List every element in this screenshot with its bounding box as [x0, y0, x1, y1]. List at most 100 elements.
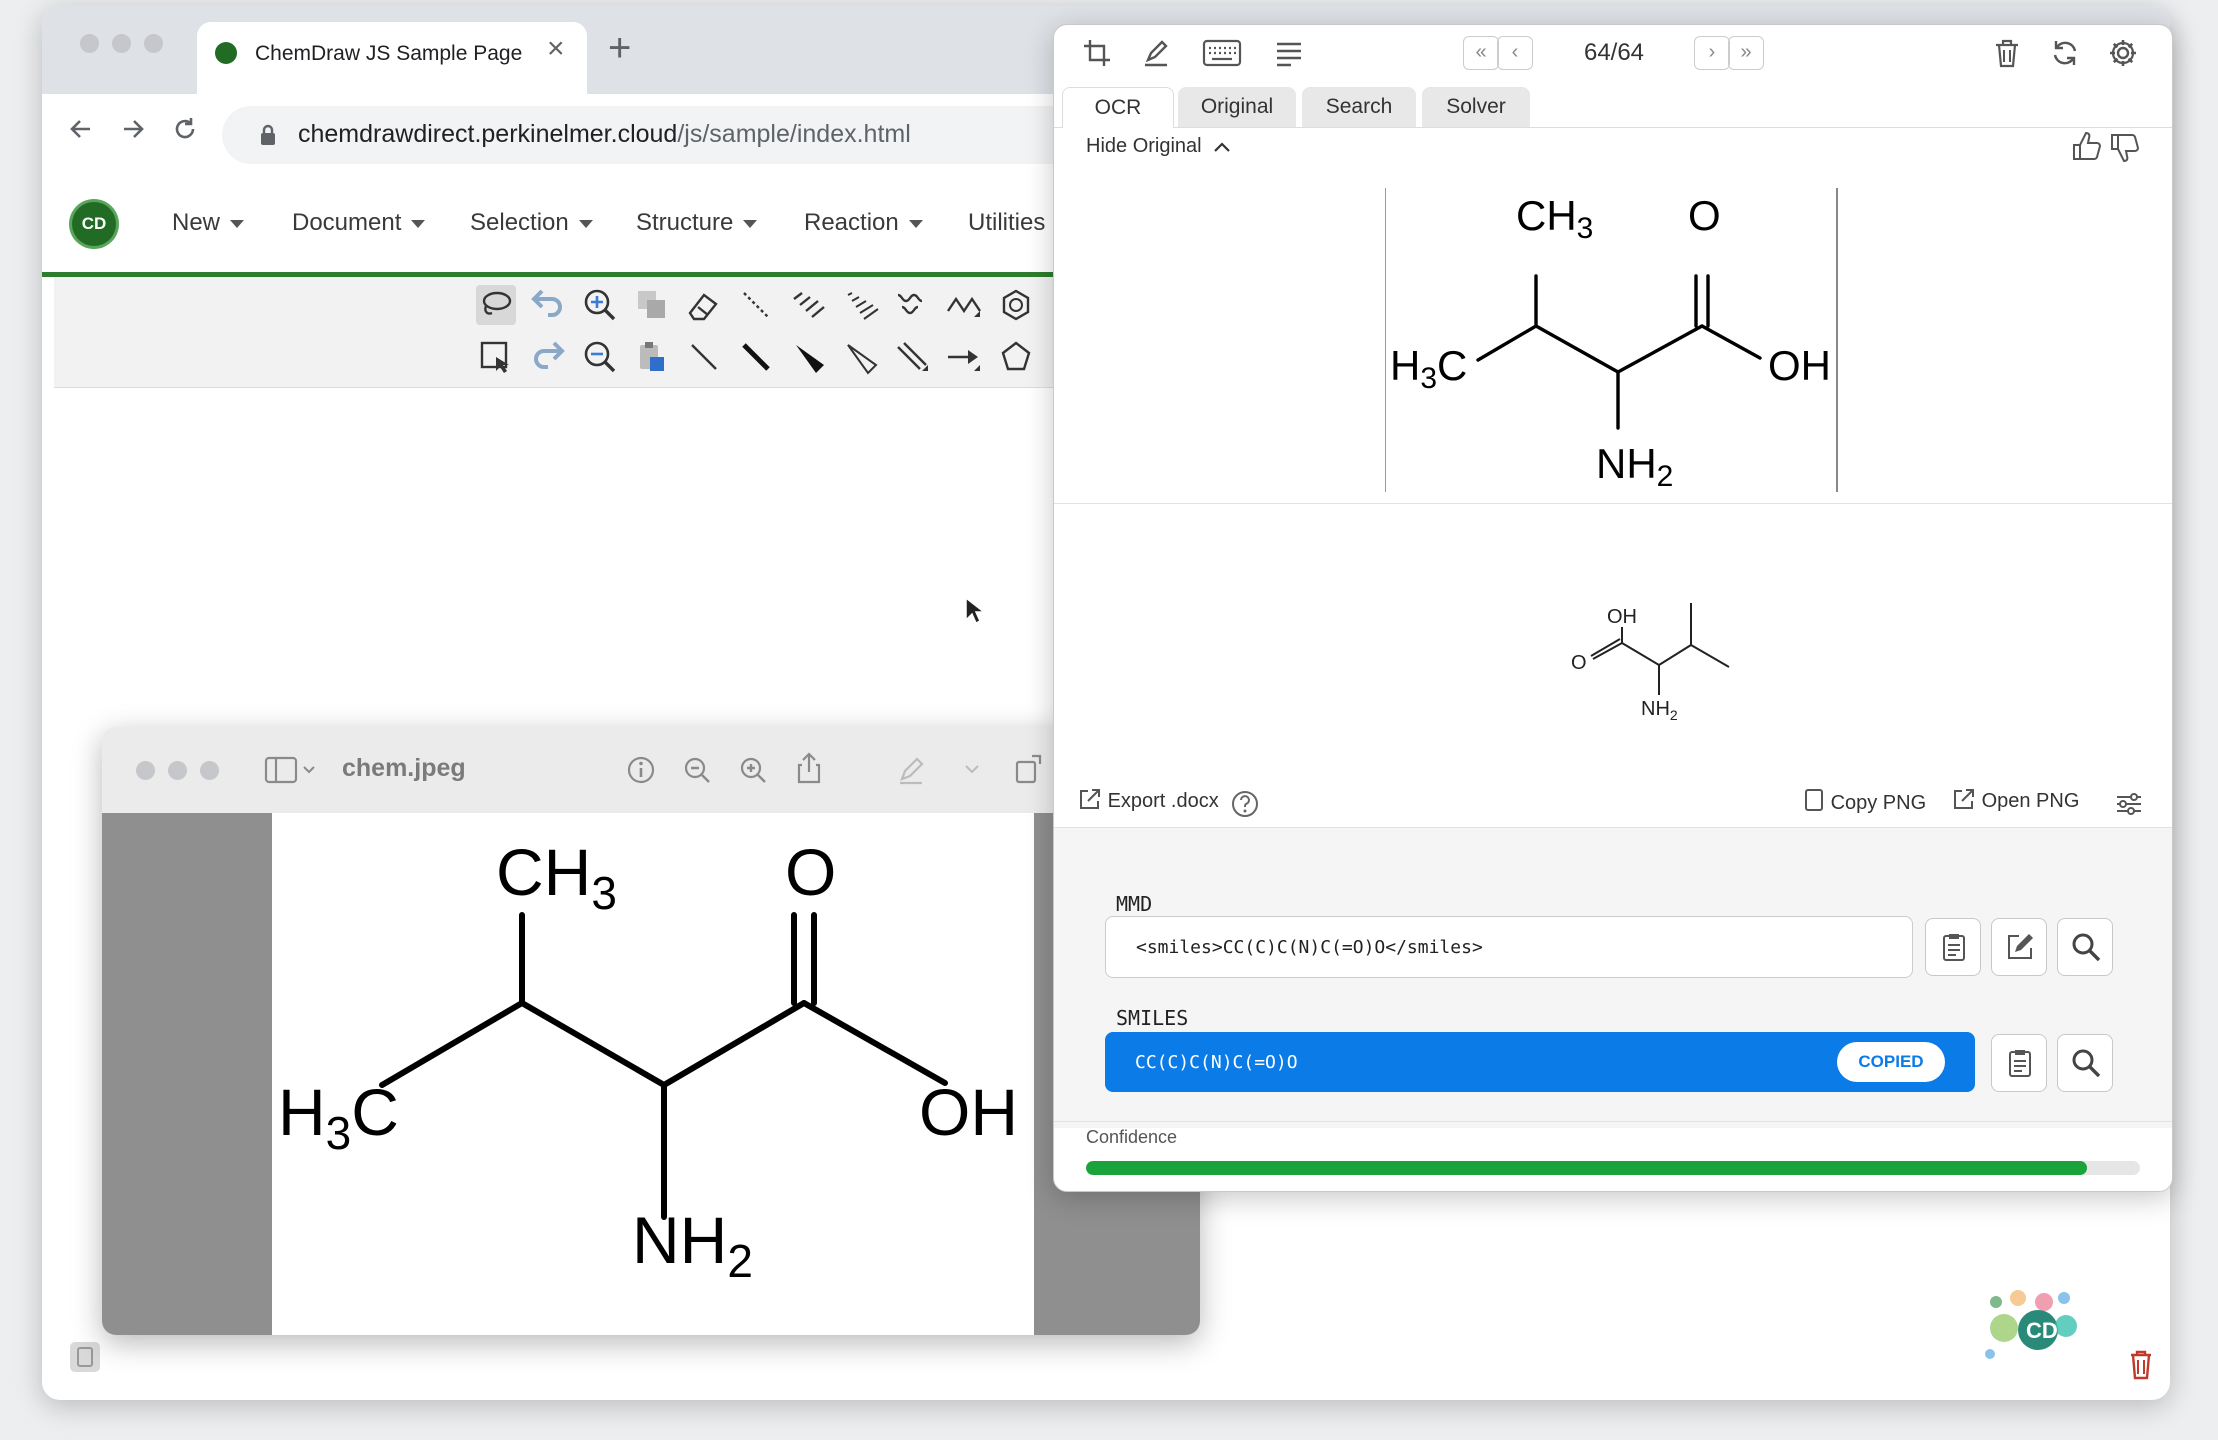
hashed-wedge-tool[interactable] [840, 285, 880, 325]
close-window-button[interactable] [136, 761, 155, 780]
confidence-bar [1086, 1161, 2140, 1175]
wavy-bond-tool[interactable] [892, 285, 932, 325]
eraser-tool[interactable] [684, 285, 724, 325]
menu-document[interactable]: Document [292, 209, 426, 237]
zoom-in-tool[interactable] [580, 285, 620, 325]
smiles-field[interactable]: CC(C)C(N)C(=O)O COPIED [1105, 1032, 1975, 1092]
valine-rendered-drawing: OH O NH2 [1571, 603, 1730, 723]
valine-structure-drawing: CH3 O H3C OH NH2 [278, 835, 1018, 1287]
new-tab-button[interactable]: + [608, 28, 631, 68]
export-docx-button[interactable]: Export .docx [1078, 787, 1219, 813]
svg-text:O: O [1571, 652, 1587, 674]
next-page-button[interactable]: › [1694, 36, 1730, 70]
hollow-wedge-tool[interactable] [840, 337, 880, 377]
pen-icon[interactable] [1142, 38, 1172, 68]
valine-original-drawing: CH3 O H3C OH NH2 [1390, 192, 1831, 492]
share-icon[interactable] [794, 751, 824, 785]
mmd-edit-button[interactable] [1991, 918, 2047, 976]
first-page-button[interactable]: « [1463, 36, 1499, 70]
trash-icon[interactable] [2128, 1348, 2154, 1380]
menu-structure[interactable]: Structure [636, 209, 758, 237]
single-bond-tool[interactable] [684, 337, 724, 377]
preview-window: chem.jpeg CH3 O H3C OH NH2 [102, 727, 1200, 1335]
close-window-button[interactable] [80, 34, 99, 53]
minimize-window-button[interactable] [168, 761, 187, 780]
menu-new[interactable]: New [172, 209, 245, 237]
arrow-left-icon [70, 120, 90, 138]
menu-selection[interactable]: Selection [470, 209, 593, 237]
confidence-fill [1086, 1161, 2088, 1175]
browser-tab[interactable]: ChemDraw JS Sample Page × [197, 22, 587, 94]
hexagon-icon [1002, 289, 1030, 321]
refresh-icon[interactable] [2050, 38, 2080, 68]
tab-ocr[interactable]: OCR [1062, 87, 1174, 128]
tab-solver[interactable]: Solver [1422, 87, 1530, 127]
smiles-copy-button[interactable] [1991, 1034, 2047, 1092]
copy-tool[interactable] [632, 285, 672, 325]
info-icon[interactable] [626, 755, 656, 785]
smiles-value: CC(C)C(N)C(=O)O [1135, 1052, 1298, 1073]
chevron-down-icon[interactable] [964, 763, 980, 775]
undo-tool[interactable] [528, 285, 568, 325]
thumbs-up-icon[interactable] [2070, 129, 2104, 163]
pentagon-ring-tool[interactable] [996, 337, 1036, 377]
tab-close-button[interactable]: × [547, 34, 565, 64]
zoom-window-button[interactable] [144, 34, 163, 53]
rotate-icon[interactable] [1014, 753, 1044, 785]
forward-button[interactable] [118, 114, 148, 144]
mmd-field[interactable]: <smiles>CC(C)C(N)C(=O)O</smiles> [1105, 916, 1913, 978]
tab-title: ChemDraw JS Sample Page [255, 42, 523, 65]
zoom-out-icon[interactable] [682, 755, 712, 785]
thumbs-down-icon[interactable] [2108, 131, 2142, 165]
reload-icon [175, 118, 195, 139]
open-png-button[interactable]: Open PNG [1952, 787, 2079, 813]
zoom-out-tool[interactable] [580, 337, 620, 377]
pentagon-icon [1001, 341, 1031, 371]
keyboard-icon[interactable] [1202, 38, 1242, 68]
smiles-search-button[interactable] [2057, 1034, 2113, 1092]
wedge-bond-tool[interactable] [788, 337, 828, 377]
zoom-in-icon[interactable] [738, 755, 768, 785]
lasso-tool[interactable] [476, 285, 516, 325]
menu-reaction[interactable]: Reaction [804, 209, 923, 237]
arrow-tool[interactable] [944, 337, 984, 377]
help-icon[interactable] [1230, 789, 1260, 819]
svg-text:O: O [785, 835, 836, 909]
mmd-copy-button[interactable] [1925, 918, 1981, 976]
clipboard-icon[interactable] [68, 1340, 102, 1374]
chain-icon [947, 296, 981, 317]
minimize-window-button[interactable] [112, 34, 131, 53]
smiles-label: SMILES [1116, 1006, 1189, 1030]
redo-tool[interactable] [528, 337, 568, 377]
hashed-bond-tool[interactable] [788, 285, 828, 325]
double-bond-tool[interactable] [892, 337, 932, 377]
reload-button[interactable] [170, 114, 200, 144]
trash-icon[interactable] [1992, 38, 2022, 68]
sidebar-toggle-icon[interactable] [264, 755, 316, 785]
tab-original[interactable]: Original [1178, 87, 1296, 127]
crop-icon[interactable] [1082, 38, 1112, 68]
prev-page-button[interactable]: ‹ [1497, 36, 1533, 70]
benzene-ring-tool[interactable] [996, 285, 1036, 325]
text-lines-icon[interactable] [1274, 38, 1304, 68]
mmd-search-button[interactable] [2057, 918, 2113, 976]
back-button[interactable] [66, 114, 96, 144]
gear-icon[interactable] [2108, 38, 2138, 68]
paste-tool[interactable] [632, 337, 672, 377]
dashed-bond-tool[interactable] [736, 285, 776, 325]
bold-bond-tool[interactable] [736, 337, 776, 377]
hide-original-toggle[interactable]: Hide Original [1086, 135, 1231, 158]
sliders-icon[interactable] [2114, 789, 2144, 819]
favicon-icon [215, 42, 237, 64]
menu-utilities[interactable]: Utilities [968, 209, 1045, 237]
tab-search[interactable]: Search [1302, 87, 1416, 127]
copy-icon [638, 291, 665, 318]
mmd-value: <smiles>CC(C)C(N)C(=O)O</smiles> [1136, 937, 1483, 958]
last-page-button[interactable]: » [1728, 36, 1764, 70]
chain-tool[interactable] [944, 285, 984, 325]
markup-pen-icon[interactable] [896, 755, 926, 785]
zoom-window-button[interactable] [200, 761, 219, 780]
copy-png-button[interactable]: Copy PNG [1803, 787, 1926, 815]
svg-text:CD: CD [2026, 1318, 2058, 1343]
marquee-tool[interactable] [476, 337, 516, 377]
